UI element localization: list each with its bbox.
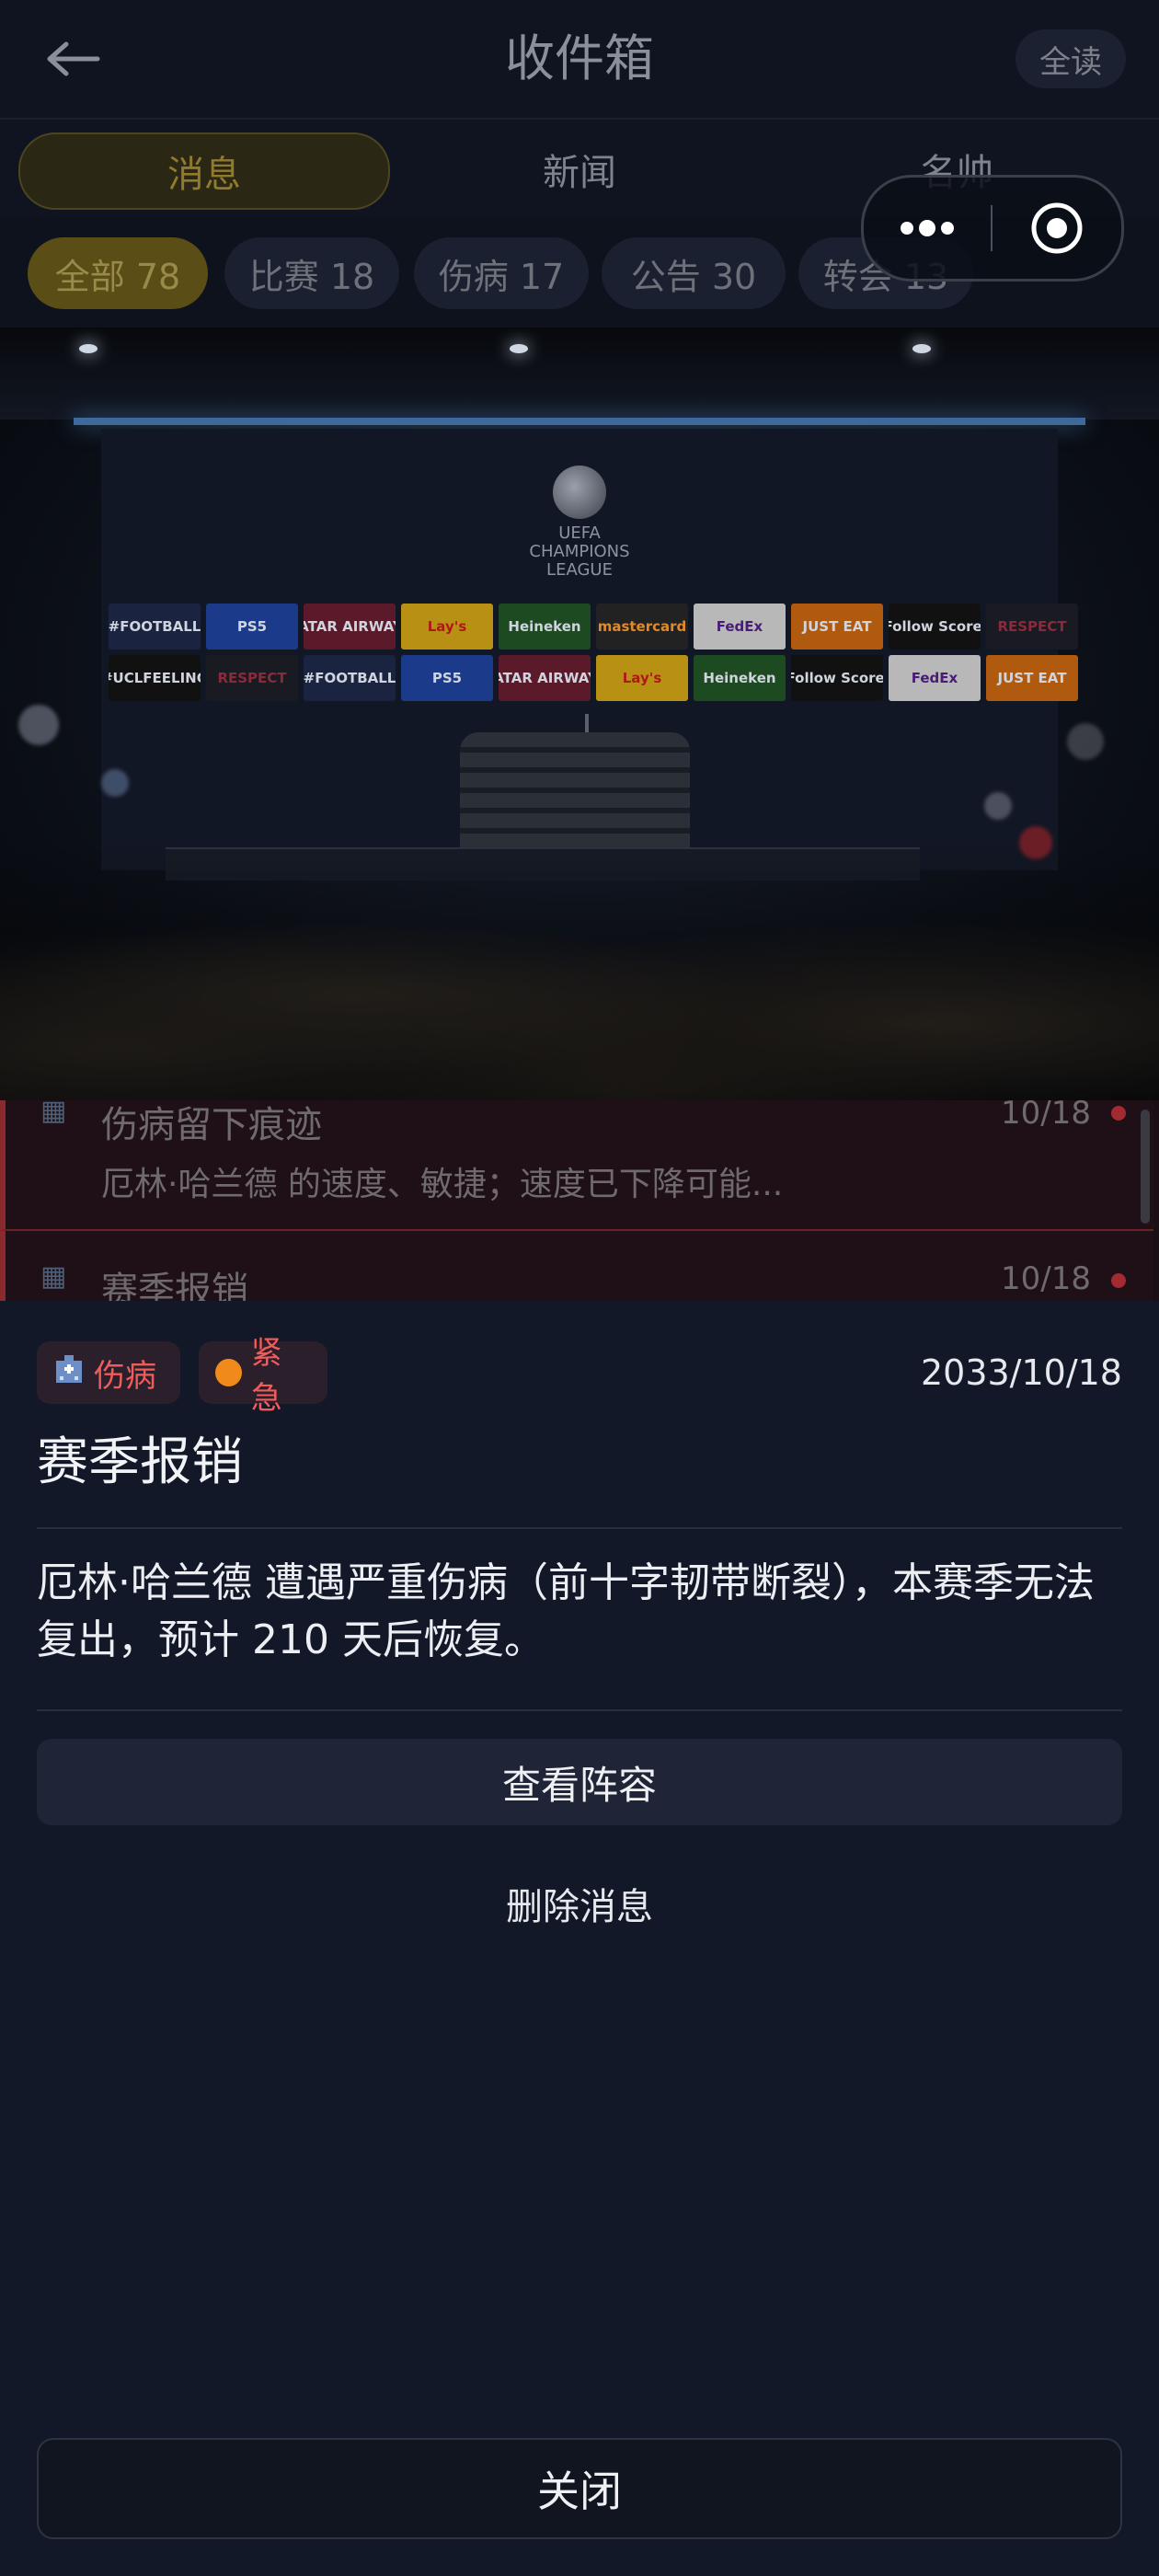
- ceiling: [0, 328, 1159, 420]
- unread-dot: [1111, 1273, 1126, 1288]
- sponsor-logo: iFollow Scores: [889, 604, 981, 650]
- sponsor-logo: FedEx: [694, 604, 786, 650]
- message-body: 厄林·哈兰德 遭遇严重伤病（前十字韧带断裂），本赛季无法复出，预计 210 天后…: [37, 1559, 1095, 1663]
- filter-announcements[interactable]: 公告 30: [602, 237, 786, 309]
- hospital-icon: [53, 1353, 85, 1393]
- list-item-date: 10/18: [1001, 1095, 1091, 1132]
- ucl-logo: UEFA CHAMPIONS LEAGUE: [515, 466, 644, 580]
- bokeh-light: [1019, 826, 1052, 859]
- divider: [37, 1709, 1122, 1711]
- bokeh-light: [984, 792, 1012, 820]
- urgent-dot-icon: [215, 1359, 242, 1386]
- tab-news[interactable]: 新闻: [396, 132, 763, 206]
- list-item-title: 伤病留下痕迹: [101, 1104, 322, 1146]
- light-strip: [74, 418, 1085, 425]
- unread-dot: [1111, 1106, 1126, 1121]
- sponsor-logo: #FOOTBALL: [109, 604, 201, 650]
- sponsor-logo: FedEx: [889, 655, 981, 701]
- list-item-desc: 厄林·哈兰德 的速度、敏捷；速度已下降可能...: [101, 1166, 784, 1203]
- back-arrow-icon[interactable]: [40, 37, 107, 81]
- read-all-button[interactable]: 全读: [1016, 29, 1126, 88]
- sponsor-logo: #UCLFEELING: [109, 655, 201, 701]
- sponsor-logo: Lay's: [596, 655, 688, 701]
- delete-message-button[interactable]: 删除消息: [37, 1862, 1122, 1945]
- sponsor-logo: PS5: [401, 655, 493, 701]
- hospital-icon: ▦: [40, 1260, 67, 1293]
- priority-tag: 紧急: [199, 1335, 327, 1417]
- list-scrollbar[interactable]: [1141, 1110, 1150, 1224]
- sponsor-logo: iFollow Scores: [791, 655, 883, 701]
- sponsor-logo: Heineken: [694, 655, 786, 701]
- sponsor-logo: #FOOTBALL: [304, 655, 396, 701]
- ceiling-light: [912, 344, 931, 353]
- category-tag-label: 伤病: [94, 1357, 156, 1395]
- sponsor-logo: RESPECT: [986, 604, 1078, 650]
- bokeh-light: [18, 705, 59, 745]
- filter-all[interactable]: 全部 78: [28, 237, 208, 309]
- starball-icon: [553, 466, 606, 519]
- message-detail-sheet: 伤病 紧急 2033/10/18 赛季报销 厄林·哈兰德 遭遇严重伤病（前十字韧…: [0, 1301, 1159, 2576]
- filter-matches[interactable]: 比赛 18: [224, 237, 399, 309]
- ceiling-light: [79, 344, 98, 353]
- miniprogram-capsule: [861, 175, 1124, 282]
- target-close-icon[interactable]: [993, 178, 1121, 279]
- sponsor-logo: QATAR AIRWAYS: [499, 655, 591, 701]
- sponsor-logo: QATAR AIRWAYS: [304, 604, 396, 650]
- sponsor-logo: RESPECT: [206, 655, 298, 701]
- list-item[interactable]: ▦ 赛季报销 10/18: [0, 1231, 1153, 1312]
- sponsor-logo: Lay's: [401, 604, 493, 650]
- category-tag: 伤病: [37, 1341, 180, 1404]
- press-room-image: UEFA CHAMPIONS LEAGUE #FOOTBALL PS5 QATA…: [0, 328, 1159, 1100]
- bokeh-light: [1067, 723, 1104, 760]
- list-item[interactable]: ▦ 伤病留下痕迹 10/18 厄林·哈兰德 的速度、敏捷；速度已下降可能...: [0, 1095, 1153, 1231]
- sponsor-logo: Heineken: [499, 604, 591, 650]
- view-lineup-button[interactable]: 查看阵容: [37, 1739, 1122, 1825]
- divider: [37, 1527, 1122, 1529]
- sponsor-logo: JUST EAT: [986, 655, 1078, 701]
- message-title: 赛季报销: [37, 1432, 243, 1492]
- sponsor-logo: PS5: [206, 604, 298, 650]
- more-dots-icon[interactable]: [864, 178, 991, 279]
- ucl-logo-text: UEFA CHAMPIONS LEAGUE: [529, 523, 630, 580]
- page-title: 收件箱: [505, 29, 654, 87]
- sponsor-logo: JUST EAT: [791, 604, 883, 650]
- hospital-icon: ▦: [40, 1095, 67, 1127]
- filter-injuries[interactable]: 伤病 17: [414, 237, 589, 309]
- tab-messages[interactable]: 消息: [18, 132, 390, 210]
- list-item-date: 10/18: [1001, 1260, 1091, 1297]
- sponsor-grid: #FOOTBALL PS5 QATAR AIRWAYS Lay's Heinek…: [109, 604, 1078, 701]
- sponsor-logo: mastercard: [596, 604, 688, 650]
- close-button[interactable]: 关闭: [37, 2438, 1122, 2539]
- ceiling-light: [510, 344, 528, 353]
- chair: [460, 732, 690, 852]
- press-crowd: [0, 843, 1159, 1100]
- bokeh-light: [101, 769, 129, 797]
- message-date: 2033/10/18: [920, 1352, 1122, 1393]
- priority-tag-label: 紧急: [250, 1335, 282, 1417]
